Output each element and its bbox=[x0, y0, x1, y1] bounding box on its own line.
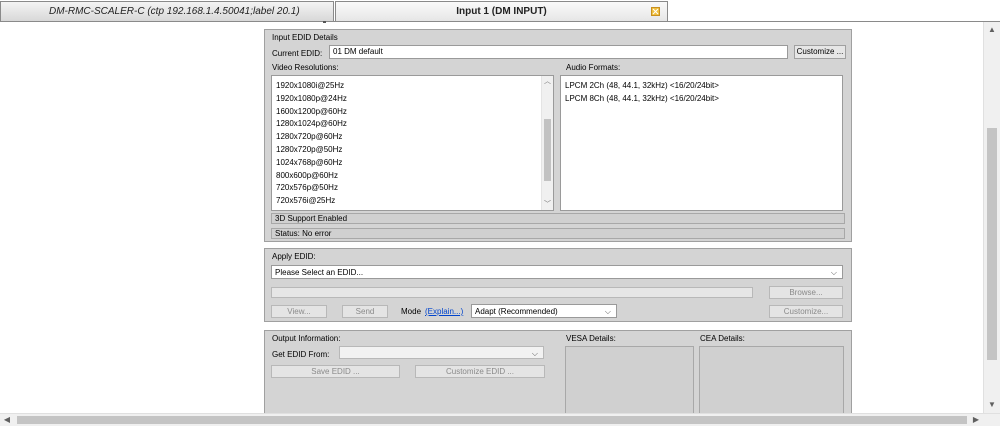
video-resolution-item[interactable]: 1920x1080p@24Hz bbox=[276, 93, 538, 106]
explain-link[interactable]: (Explain...) bbox=[425, 307, 463, 316]
video-resolution-item[interactable]: 1024x768p@60Hz bbox=[276, 157, 538, 170]
customize-edid-button[interactable]: Customize ... bbox=[794, 45, 846, 59]
3d-support-status: 3D Support Enabled bbox=[271, 213, 845, 224]
tab-input-1[interactable]: Input 1 (DM INPUT) bbox=[335, 1, 668, 21]
current-edid-field[interactable]: 01 DM default bbox=[329, 45, 788, 59]
arrow-down-icon[interactable]: ▼ bbox=[984, 397, 1000, 413]
page-vertical-scrollbar[interactable]: ▲ ▼ bbox=[983, 22, 1000, 413]
tab-input-1-label: Input 1 (DM INPUT) bbox=[456, 6, 547, 17]
video-resolutions-items: 1920x1080i@25Hz 1920x1080p@24Hz 1600x1200p… bbox=[276, 80, 538, 210]
save-edid-button[interactable]: Save EDID ... bbox=[271, 365, 400, 378]
close-icon[interactable] bbox=[651, 7, 660, 16]
video-resolution-item[interactable]: 1280x720p@50Hz bbox=[276, 144, 538, 157]
audio-formats-items: LPCM 2Ch (48, 44.1, 32kHz) <16/20/24bit>… bbox=[565, 80, 827, 106]
edid-select[interactable]: Please Select an EDID... ⌵ bbox=[271, 265, 843, 279]
video-resolution-item[interactable]: 1280x1024p@60Hz bbox=[276, 118, 538, 131]
tab-device[interactable]: DM-RMC-SCALER-C (ctp 192.168.1.4.50041;l… bbox=[0, 1, 334, 21]
audio-formats-list[interactable]: LPCM 2Ch (48, 44.1, 32kHz) <16/20/24bit>… bbox=[560, 75, 843, 211]
tab-device-label: DM-RMC-SCALER-C (ctp 192.168.1.4.50041;l… bbox=[49, 6, 300, 17]
video-resolution-item[interactable]: 720x576i@25Hz bbox=[276, 195, 538, 208]
arrow-down-icon[interactable]: ﹀ bbox=[542, 199, 553, 210]
video-resolutions-label: Video Resolutions: bbox=[272, 63, 339, 72]
chevron-down-icon: ⌵ bbox=[830, 268, 837, 277]
page-horizontal-scroll-thumb[interactable] bbox=[17, 416, 967, 424]
get-edid-from-label: Get EDID From: bbox=[272, 350, 330, 359]
tab-bar: DM-RMC-SCALER-C (ctp 192.168.1.4.50041;l… bbox=[0, 0, 1000, 23]
chevron-down-icon: ⌵ bbox=[531, 349, 538, 358]
get-edid-from-select[interactable]: ⌵ bbox=[339, 346, 544, 359]
content-area: Input EDID Details Current EDID: 01 DM d… bbox=[0, 22, 982, 413]
input-edid-title: Input EDID Details bbox=[272, 33, 338, 42]
output-information-title: Output Information: bbox=[272, 334, 341, 343]
edid-file-path bbox=[271, 287, 753, 298]
cea-details-box bbox=[699, 346, 844, 413]
browse-button[interactable]: Browse... bbox=[769, 286, 843, 299]
arrow-right-icon[interactable]: ▶ bbox=[969, 414, 983, 426]
video-resolutions-scroll-thumb[interactable] bbox=[544, 119, 551, 181]
mode-select[interactable]: Adapt (Recommended) ⌵ bbox=[471, 304, 617, 318]
current-edid-label: Current EDID: bbox=[272, 49, 323, 58]
vesa-details-label: VESA Details: bbox=[566, 334, 616, 343]
video-resolutions-list[interactable]: 1920x1080i@25Hz 1920x1080p@24Hz 1600x1200p… bbox=[271, 75, 554, 211]
audio-formats-label: Audio Formats: bbox=[566, 63, 621, 72]
page-vertical-scroll-thumb[interactable] bbox=[987, 128, 997, 360]
video-resolution-item[interactable]: 1280x720p@60Hz bbox=[276, 131, 538, 144]
chevron-down-icon: ⌵ bbox=[604, 307, 611, 316]
cea-details-label: CEA Details: bbox=[700, 334, 745, 343]
send-button[interactable]: Send bbox=[342, 305, 388, 318]
video-resolution-item[interactable]: 800x600p@60Hz bbox=[276, 170, 538, 183]
apply-edid-title: Apply EDID: bbox=[272, 252, 316, 261]
video-resolution-item[interactable]: 720x480p@60Hz bbox=[276, 208, 538, 210]
audio-format-item[interactable]: LPCM 2Ch (48, 44.1, 32kHz) <16/20/24bit> bbox=[565, 80, 827, 93]
arrow-up-icon[interactable]: ▲ bbox=[984, 22, 1000, 38]
page-horizontal-scrollbar[interactable]: ◀ ▶ bbox=[0, 413, 1000, 426]
customize-apply-button[interactable]: Customize... bbox=[769, 305, 843, 318]
audio-format-item[interactable]: LPCM 8Ch (48, 44.1, 32kHz) <16/20/24bit> bbox=[565, 93, 827, 106]
arrow-left-icon[interactable]: ◀ bbox=[0, 414, 14, 426]
video-resolution-item[interactable]: 1600x1200p@60Hz bbox=[276, 106, 538, 119]
video-resolution-item[interactable]: 720x576p@50Hz bbox=[276, 182, 538, 195]
view-button[interactable]: View... bbox=[271, 305, 327, 318]
customize-output-edid-button[interactable]: Customize EDID ... bbox=[415, 365, 545, 378]
input-edid-panel: Input EDID Details Current EDID: 01 DM d… bbox=[264, 29, 852, 242]
edid-select-value: Please Select an EDID... bbox=[275, 268, 364, 277]
mode-label: Mode bbox=[401, 307, 422, 316]
edid-status: Status: No error bbox=[271, 228, 845, 239]
vesa-details-box bbox=[565, 346, 694, 413]
apply-edid-panel: Apply EDID: Please Select an EDID... ⌵ B… bbox=[264, 248, 852, 322]
video-resolutions-scrollbar[interactable]: ︿ ﹀ bbox=[541, 76, 553, 210]
output-information-panel: Output Information: Get EDID From: ⌵ Sav… bbox=[264, 330, 852, 413]
mode-select-value: Adapt (Recommended) bbox=[475, 307, 558, 316]
arrow-up-icon[interactable]: ︿ bbox=[542, 76, 553, 87]
video-resolution-item[interactable]: 1920x1080i@25Hz bbox=[276, 80, 538, 93]
